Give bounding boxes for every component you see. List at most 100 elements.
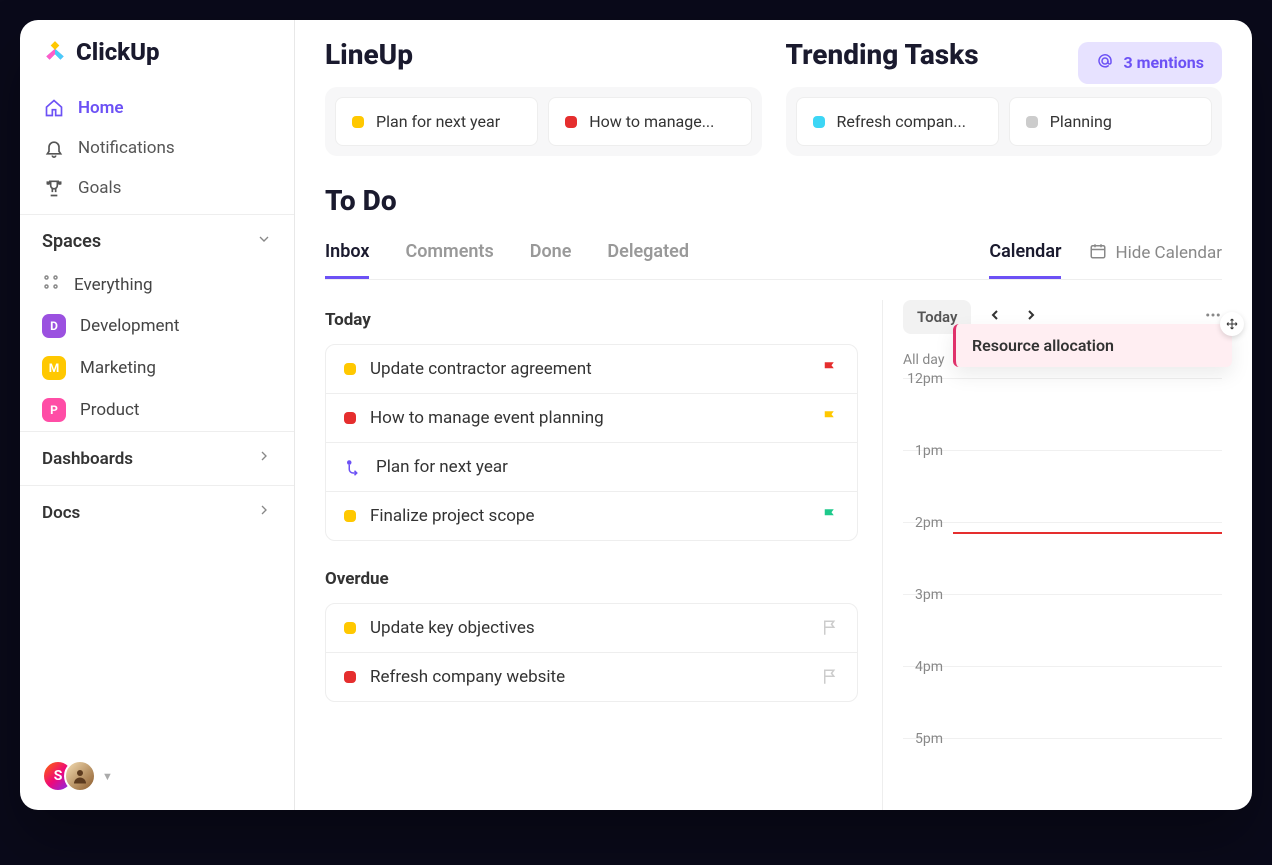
status-dot: [344, 671, 356, 683]
task-label: Planning: [1050, 112, 1112, 131]
task-text: Finalize project scope: [370, 506, 807, 526]
nav-label: Goals: [78, 178, 121, 198]
app-window: ClickUp Home Notifications Goals: [20, 20, 1252, 810]
flag-icon[interactable]: [821, 409, 839, 427]
time-grid: Resource allocation 12pm 1pm 2p: [903, 378, 1222, 810]
space-badge: P: [42, 398, 66, 422]
hide-calendar-label: Hide Calendar: [1115, 243, 1222, 263]
time-row[interactable]: 12pm: [903, 378, 1222, 450]
lineup-task[interactable]: How to manage...: [548, 97, 751, 146]
flag-icon[interactable]: [821, 360, 839, 378]
calendar-icon: [1089, 242, 1107, 265]
todo-tabs: Inbox Comments Done Delegated: [325, 241, 989, 279]
avatar-stack[interactable]: S: [42, 760, 86, 792]
time-label: 1pm: [903, 443, 953, 459]
todo-title: To Do: [325, 184, 1222, 217]
nav-home[interactable]: Home: [30, 88, 284, 128]
lineup-task[interactable]: Plan for next year: [335, 97, 538, 146]
task-text: Update contractor agreement: [370, 359, 807, 379]
status-dot: [344, 363, 356, 375]
clickup-logo-icon: [42, 39, 68, 65]
calendar-column: Today All day Resource allocation: [882, 300, 1222, 810]
time-row[interactable]: 4pm: [903, 666, 1222, 738]
time-row[interactable]: 3pm: [903, 594, 1222, 666]
tab-calendar[interactable]: Calendar: [989, 241, 1061, 279]
status-dot: [344, 510, 356, 522]
content-row: Today Update contractor agreement How to…: [325, 300, 1222, 810]
time-row[interactable]: 1pm: [903, 450, 1222, 522]
task-text: Plan for next year: [376, 457, 839, 477]
trending-cards: Refresh compan... Planning: [786, 87, 1223, 156]
avatar-user: [64, 760, 96, 792]
status-dot: [344, 412, 356, 424]
spaces-header[interactable]: Spaces: [20, 214, 294, 264]
flag-icon[interactable]: [821, 507, 839, 525]
time-label: 5pm: [903, 731, 953, 747]
chevron-right-icon: [256, 502, 272, 523]
drag-handle-icon[interactable]: [1220, 312, 1244, 336]
at-icon: [1096, 52, 1114, 74]
now-line: [953, 532, 1222, 534]
task-row[interactable]: Update contractor agreement: [326, 345, 857, 394]
status-dot: [1026, 116, 1038, 128]
grid-icon: [42, 273, 60, 296]
bell-icon: [44, 138, 64, 158]
task-row[interactable]: Update key objectives: [326, 604, 857, 653]
sidebar-item-everything[interactable]: Everything: [20, 264, 294, 305]
task-text: Refresh company website: [370, 667, 807, 687]
trending-task[interactable]: Refresh compan...: [796, 97, 999, 146]
main-content: LineUp Plan for next year How to manage.…: [295, 20, 1252, 810]
space-label: Marketing: [80, 358, 156, 378]
sidebar-footer: S ▼: [20, 742, 294, 810]
logo[interactable]: ClickUp: [20, 20, 294, 74]
space-label: Product: [80, 400, 139, 420]
mentions-text: 3 mentions: [1124, 53, 1205, 72]
tab-delegated[interactable]: Delegated: [607, 241, 689, 279]
task-row[interactable]: How to manage event planning: [326, 394, 857, 443]
task-row[interactable]: Refresh company website: [326, 653, 857, 701]
task-row[interactable]: Finalize project scope: [326, 492, 857, 540]
nav-goals[interactable]: Goals: [30, 168, 284, 208]
time-label: 12pm: [903, 371, 953, 387]
tab-comments[interactable]: Comments: [405, 241, 493, 279]
top-row: LineUp Plan for next year How to manage.…: [325, 38, 1222, 156]
calendar-controls: Calendar Hide Calendar: [989, 241, 1222, 279]
mentions-button[interactable]: 3 mentions: [1078, 42, 1223, 84]
space-label: Development: [80, 316, 179, 336]
overdue-block: Overdue Update key objectives Refresh co…: [325, 569, 858, 702]
chevron-right-icon: [256, 448, 272, 469]
flag-icon[interactable]: [821, 619, 839, 637]
lineup-cards: Plan for next year How to manage...: [325, 87, 762, 156]
nav-notifications[interactable]: Notifications: [30, 128, 284, 168]
caret-down-icon[interactable]: ▼: [102, 770, 113, 783]
brand-name: ClickUp: [76, 38, 160, 66]
tab-done[interactable]: Done: [530, 241, 572, 279]
time-label: 4pm: [903, 659, 953, 675]
status-dot: [813, 116, 825, 128]
tabs-row: Inbox Comments Done Delegated Calendar H…: [325, 241, 1222, 280]
task-row[interactable]: Plan for next year: [326, 443, 857, 492]
task-label: Plan for next year: [376, 112, 500, 131]
sidebar-space-marketing[interactable]: M Marketing: [20, 347, 294, 389]
home-icon: [44, 98, 64, 118]
sidebar-space-development[interactable]: D Development: [20, 305, 294, 347]
time-label: 2pm: [903, 515, 953, 531]
calendar-event[interactable]: Resource allocation: [953, 324, 1232, 367]
tab-inbox[interactable]: Inbox: [325, 241, 369, 279]
hide-calendar-button[interactable]: Hide Calendar: [1089, 242, 1222, 279]
task-label: Refresh compan...: [837, 112, 966, 131]
trending-title: Trending Tasks: [786, 38, 979, 71]
sidebar-space-product[interactable]: P Product: [20, 389, 294, 431]
time-row[interactable]: 5pm: [903, 738, 1222, 810]
task-column: Today Update contractor agreement How to…: [325, 300, 882, 810]
trending-task[interactable]: Planning: [1009, 97, 1212, 146]
space-badge: D: [42, 314, 66, 338]
status-dot: [344, 622, 356, 634]
sidebar: ClickUp Home Notifications Goals: [20, 20, 295, 810]
flag-icon[interactable]: [821, 668, 839, 686]
space-badge: M: [42, 356, 66, 380]
sidebar-dashboards[interactable]: Dashboards: [20, 431, 294, 485]
nav-label: Home: [78, 98, 124, 118]
event-title: Resource allocation: [972, 336, 1114, 355]
sidebar-docs[interactable]: Docs: [20, 485, 294, 539]
